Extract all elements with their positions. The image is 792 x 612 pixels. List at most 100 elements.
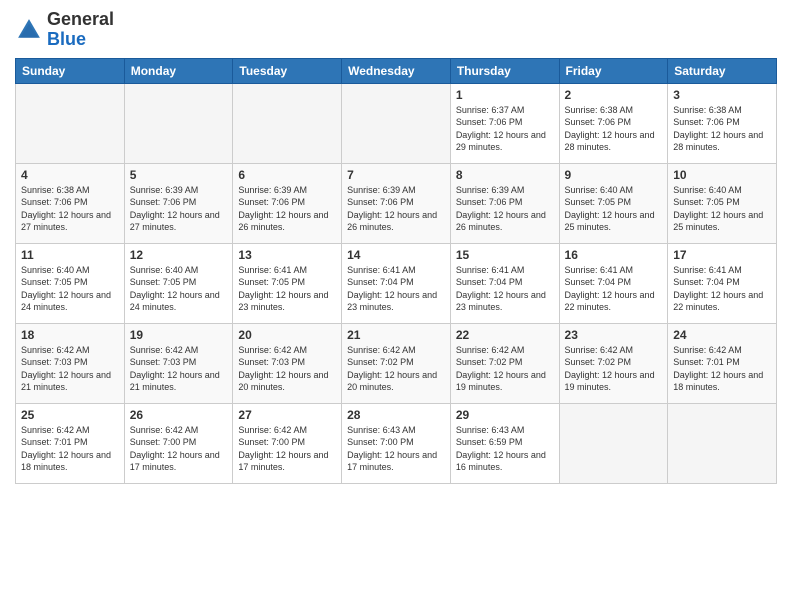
day-number: 16 xyxy=(565,248,663,262)
calendar-cell: 26Sunrise: 6:42 AMSunset: 7:00 PMDayligh… xyxy=(124,403,233,483)
day-info: Sunrise: 6:40 AMSunset: 7:05 PMDaylight:… xyxy=(130,264,228,314)
calendar-week-1: 1Sunrise: 6:37 AMSunset: 7:06 PMDaylight… xyxy=(16,83,777,163)
calendar-cell: 8 Sunrise: 6:39 AMSunset: 7:06 PMDaylight… xyxy=(450,163,559,243)
day-info: Sunrise: 6:42 AMSunset: 7:02 PMDaylight:… xyxy=(565,344,663,394)
calendar-weekday-monday: Monday xyxy=(124,58,233,83)
day-number: 27 xyxy=(238,408,336,422)
day-info: Sunrise: 6:40 AMSunset: 7:05 PMDaylight:… xyxy=(565,184,663,234)
day-info: Sunrise: 6:37 AMSunset: 7:06 PMDaylight:… xyxy=(456,104,554,154)
day-info: Sunrise: 6:43 AMSunset: 7:00 PMDaylight:… xyxy=(347,424,445,474)
day-info: Sunrise: 6:41 AMSunset: 7:04 PMDaylight:… xyxy=(565,264,663,314)
calendar-cell: 10Sunrise: 6:40 AMSunset: 7:05 PMDayligh… xyxy=(668,163,777,243)
day-info: Sunrise: 6:41 AMSunset: 7:05 PMDaylight:… xyxy=(238,264,336,314)
calendar-cell: 20Sunrise: 6:42 AMSunset: 7:03 PMDayligh… xyxy=(233,323,342,403)
day-info: Sunrise: 6:42 AMSunset: 7:02 PMDaylight:… xyxy=(456,344,554,394)
day-info: Sunrise: 6:38 AMSunset: 7:06 PMDaylight:… xyxy=(21,184,119,234)
day-info: Sunrise: 6:42 AMSunset: 7:03 PMDaylight:… xyxy=(130,344,228,394)
day-number: 24 xyxy=(673,328,771,342)
day-number: 21 xyxy=(347,328,445,342)
day-number: 9 xyxy=(565,168,663,182)
calendar-cell: 7 Sunrise: 6:39 AMSunset: 7:06 PMDaylight… xyxy=(342,163,451,243)
day-number: 23 xyxy=(565,328,663,342)
day-number: 25 xyxy=(21,408,119,422)
day-info: Sunrise: 6:39 AMSunset: 7:06 PMDaylight:… xyxy=(456,184,554,234)
calendar-cell: 12 Sunrise: 6:40 AMSunset: 7:05 PMDayligh… xyxy=(124,243,233,323)
day-info: Sunrise: 6:41 AMSunset: 7:04 PMDaylight:… xyxy=(347,264,445,314)
calendar-cell: 16 Sunrise: 6:41 AMSunset: 7:04 PMDayligh… xyxy=(559,243,668,323)
logo-blue-text: Blue xyxy=(47,29,86,49)
calendar-weekday-sunday: Sunday xyxy=(16,58,125,83)
day-number: 4 xyxy=(21,168,119,182)
day-number: 2 xyxy=(565,88,663,102)
calendar-cell: 18 Sunrise: 6:42 AMSunset: 7:03 PMDayligh… xyxy=(16,323,125,403)
day-number: 17 xyxy=(673,248,771,262)
calendar-cell: 27 Sunrise: 6:42 AMSunset: 7:00 PMDayligh… xyxy=(233,403,342,483)
calendar-weekday-saturday: Saturday xyxy=(668,58,777,83)
day-number: 29 xyxy=(456,408,554,422)
calendar-cell: 13 Sunrise: 6:41 AMSunset: 7:05 PMDayligh… xyxy=(233,243,342,323)
calendar-week-4: 18 Sunrise: 6:42 AMSunset: 7:03 PMDayligh… xyxy=(16,323,777,403)
calendar-week-5: 25Sunrise: 6:42 AMSunset: 7:01 PMDayligh… xyxy=(16,403,777,483)
day-info: Sunrise: 6:39 AMSunset: 7:06 PMDaylight:… xyxy=(238,184,336,234)
calendar-cell: 29 Sunrise: 6:43 AMSunset: 6:59 PMDayligh… xyxy=(450,403,559,483)
calendar-week-3: 11 Sunrise: 6:40 AMSunset: 7:05 PMDayligh… xyxy=(16,243,777,323)
calendar-cell xyxy=(16,83,125,163)
calendar-cell: 28Sunrise: 6:43 AMSunset: 7:00 PMDayligh… xyxy=(342,403,451,483)
day-number: 10 xyxy=(673,168,771,182)
calendar-cell: 6 Sunrise: 6:39 AMSunset: 7:06 PMDaylight… xyxy=(233,163,342,243)
calendar-cell: 21 Sunrise: 6:42 AMSunset: 7:02 PMDayligh… xyxy=(342,323,451,403)
day-info: Sunrise: 6:42 AMSunset: 7:03 PMDaylight:… xyxy=(238,344,336,394)
day-number: 14 xyxy=(347,248,445,262)
day-number: 3 xyxy=(673,88,771,102)
calendar-cell: 9 Sunrise: 6:40 AMSunset: 7:05 PMDaylight… xyxy=(559,163,668,243)
day-number: 12 xyxy=(130,248,228,262)
calendar-cell: 1Sunrise: 6:37 AMSunset: 7:06 PMDaylight… xyxy=(450,83,559,163)
calendar-weekday-friday: Friday xyxy=(559,58,668,83)
calendar-cell xyxy=(233,83,342,163)
day-info: Sunrise: 6:42 AMSunset: 7:00 PMDaylight:… xyxy=(130,424,228,474)
day-number: 8 xyxy=(456,168,554,182)
day-number: 5 xyxy=(130,168,228,182)
day-number: 18 xyxy=(21,328,119,342)
day-info: Sunrise: 6:42 AMSunset: 7:02 PMDaylight:… xyxy=(347,344,445,394)
day-info: Sunrise: 6:39 AMSunset: 7:06 PMDaylight:… xyxy=(347,184,445,234)
day-number: 11 xyxy=(21,248,119,262)
day-number: 22 xyxy=(456,328,554,342)
day-number: 19 xyxy=(130,328,228,342)
day-info: Sunrise: 6:42 AMSunset: 7:03 PMDaylight:… xyxy=(21,344,119,394)
day-info: Sunrise: 6:41 AMSunset: 7:04 PMDaylight:… xyxy=(673,264,771,314)
calendar-cell xyxy=(559,403,668,483)
day-info: Sunrise: 6:38 AMSunset: 7:06 PMDaylight:… xyxy=(673,104,771,154)
page-header: General Blue xyxy=(15,10,777,50)
calendar-cell xyxy=(668,403,777,483)
day-number: 7 xyxy=(347,168,445,182)
calendar-cell: 14 Sunrise: 6:41 AMSunset: 7:04 PMDayligh… xyxy=(342,243,451,323)
day-number: 15 xyxy=(456,248,554,262)
calendar-cell: 23 Sunrise: 6:42 AMSunset: 7:02 PMDayligh… xyxy=(559,323,668,403)
day-number: 6 xyxy=(238,168,336,182)
calendar-weekday-wednesday: Wednesday xyxy=(342,58,451,83)
calendar-cell: 22 Sunrise: 6:42 AMSunset: 7:02 PMDayligh… xyxy=(450,323,559,403)
calendar-cell xyxy=(342,83,451,163)
calendar-cell: 19 Sunrise: 6:42 AMSunset: 7:03 PMDayligh… xyxy=(124,323,233,403)
day-info: Sunrise: 6:42 AMSunset: 7:00 PMDaylight:… xyxy=(238,424,336,474)
calendar-header-row: SundayMondayTuesdayWednesdayThursdayFrid… xyxy=(16,58,777,83)
day-info: Sunrise: 6:40 AMSunset: 7:05 PMDaylight:… xyxy=(21,264,119,314)
logo: General Blue xyxy=(15,10,114,50)
calendar-cell: 24Sunrise: 6:42 AMSunset: 7:01 PMDayligh… xyxy=(668,323,777,403)
calendar-cell: 2 Sunrise: 6:38 AMSunset: 7:06 PMDaylight… xyxy=(559,83,668,163)
calendar-table: SundayMondayTuesdayWednesdayThursdayFrid… xyxy=(15,58,777,484)
calendar-cell: 25Sunrise: 6:42 AMSunset: 7:01 PMDayligh… xyxy=(16,403,125,483)
calendar-week-2: 4 Sunrise: 6:38 AMSunset: 7:06 PMDaylight… xyxy=(16,163,777,243)
calendar-cell: 11 Sunrise: 6:40 AMSunset: 7:05 PMDayligh… xyxy=(16,243,125,323)
day-info: Sunrise: 6:43 AMSunset: 6:59 PMDaylight:… xyxy=(456,424,554,474)
calendar-weekday-tuesday: Tuesday xyxy=(233,58,342,83)
day-info: Sunrise: 6:38 AMSunset: 7:06 PMDaylight:… xyxy=(565,104,663,154)
calendar-weekday-thursday: Thursday xyxy=(450,58,559,83)
calendar-cell: 17 Sunrise: 6:41 AMSunset: 7:04 PMDayligh… xyxy=(668,243,777,323)
day-number: 13 xyxy=(238,248,336,262)
calendar-cell: 3 Sunrise: 6:38 AMSunset: 7:06 PMDaylight… xyxy=(668,83,777,163)
calendar-cell xyxy=(124,83,233,163)
day-info: Sunrise: 6:39 AMSunset: 7:06 PMDaylight:… xyxy=(130,184,228,234)
day-info: Sunrise: 6:41 AMSunset: 7:04 PMDaylight:… xyxy=(456,264,554,314)
